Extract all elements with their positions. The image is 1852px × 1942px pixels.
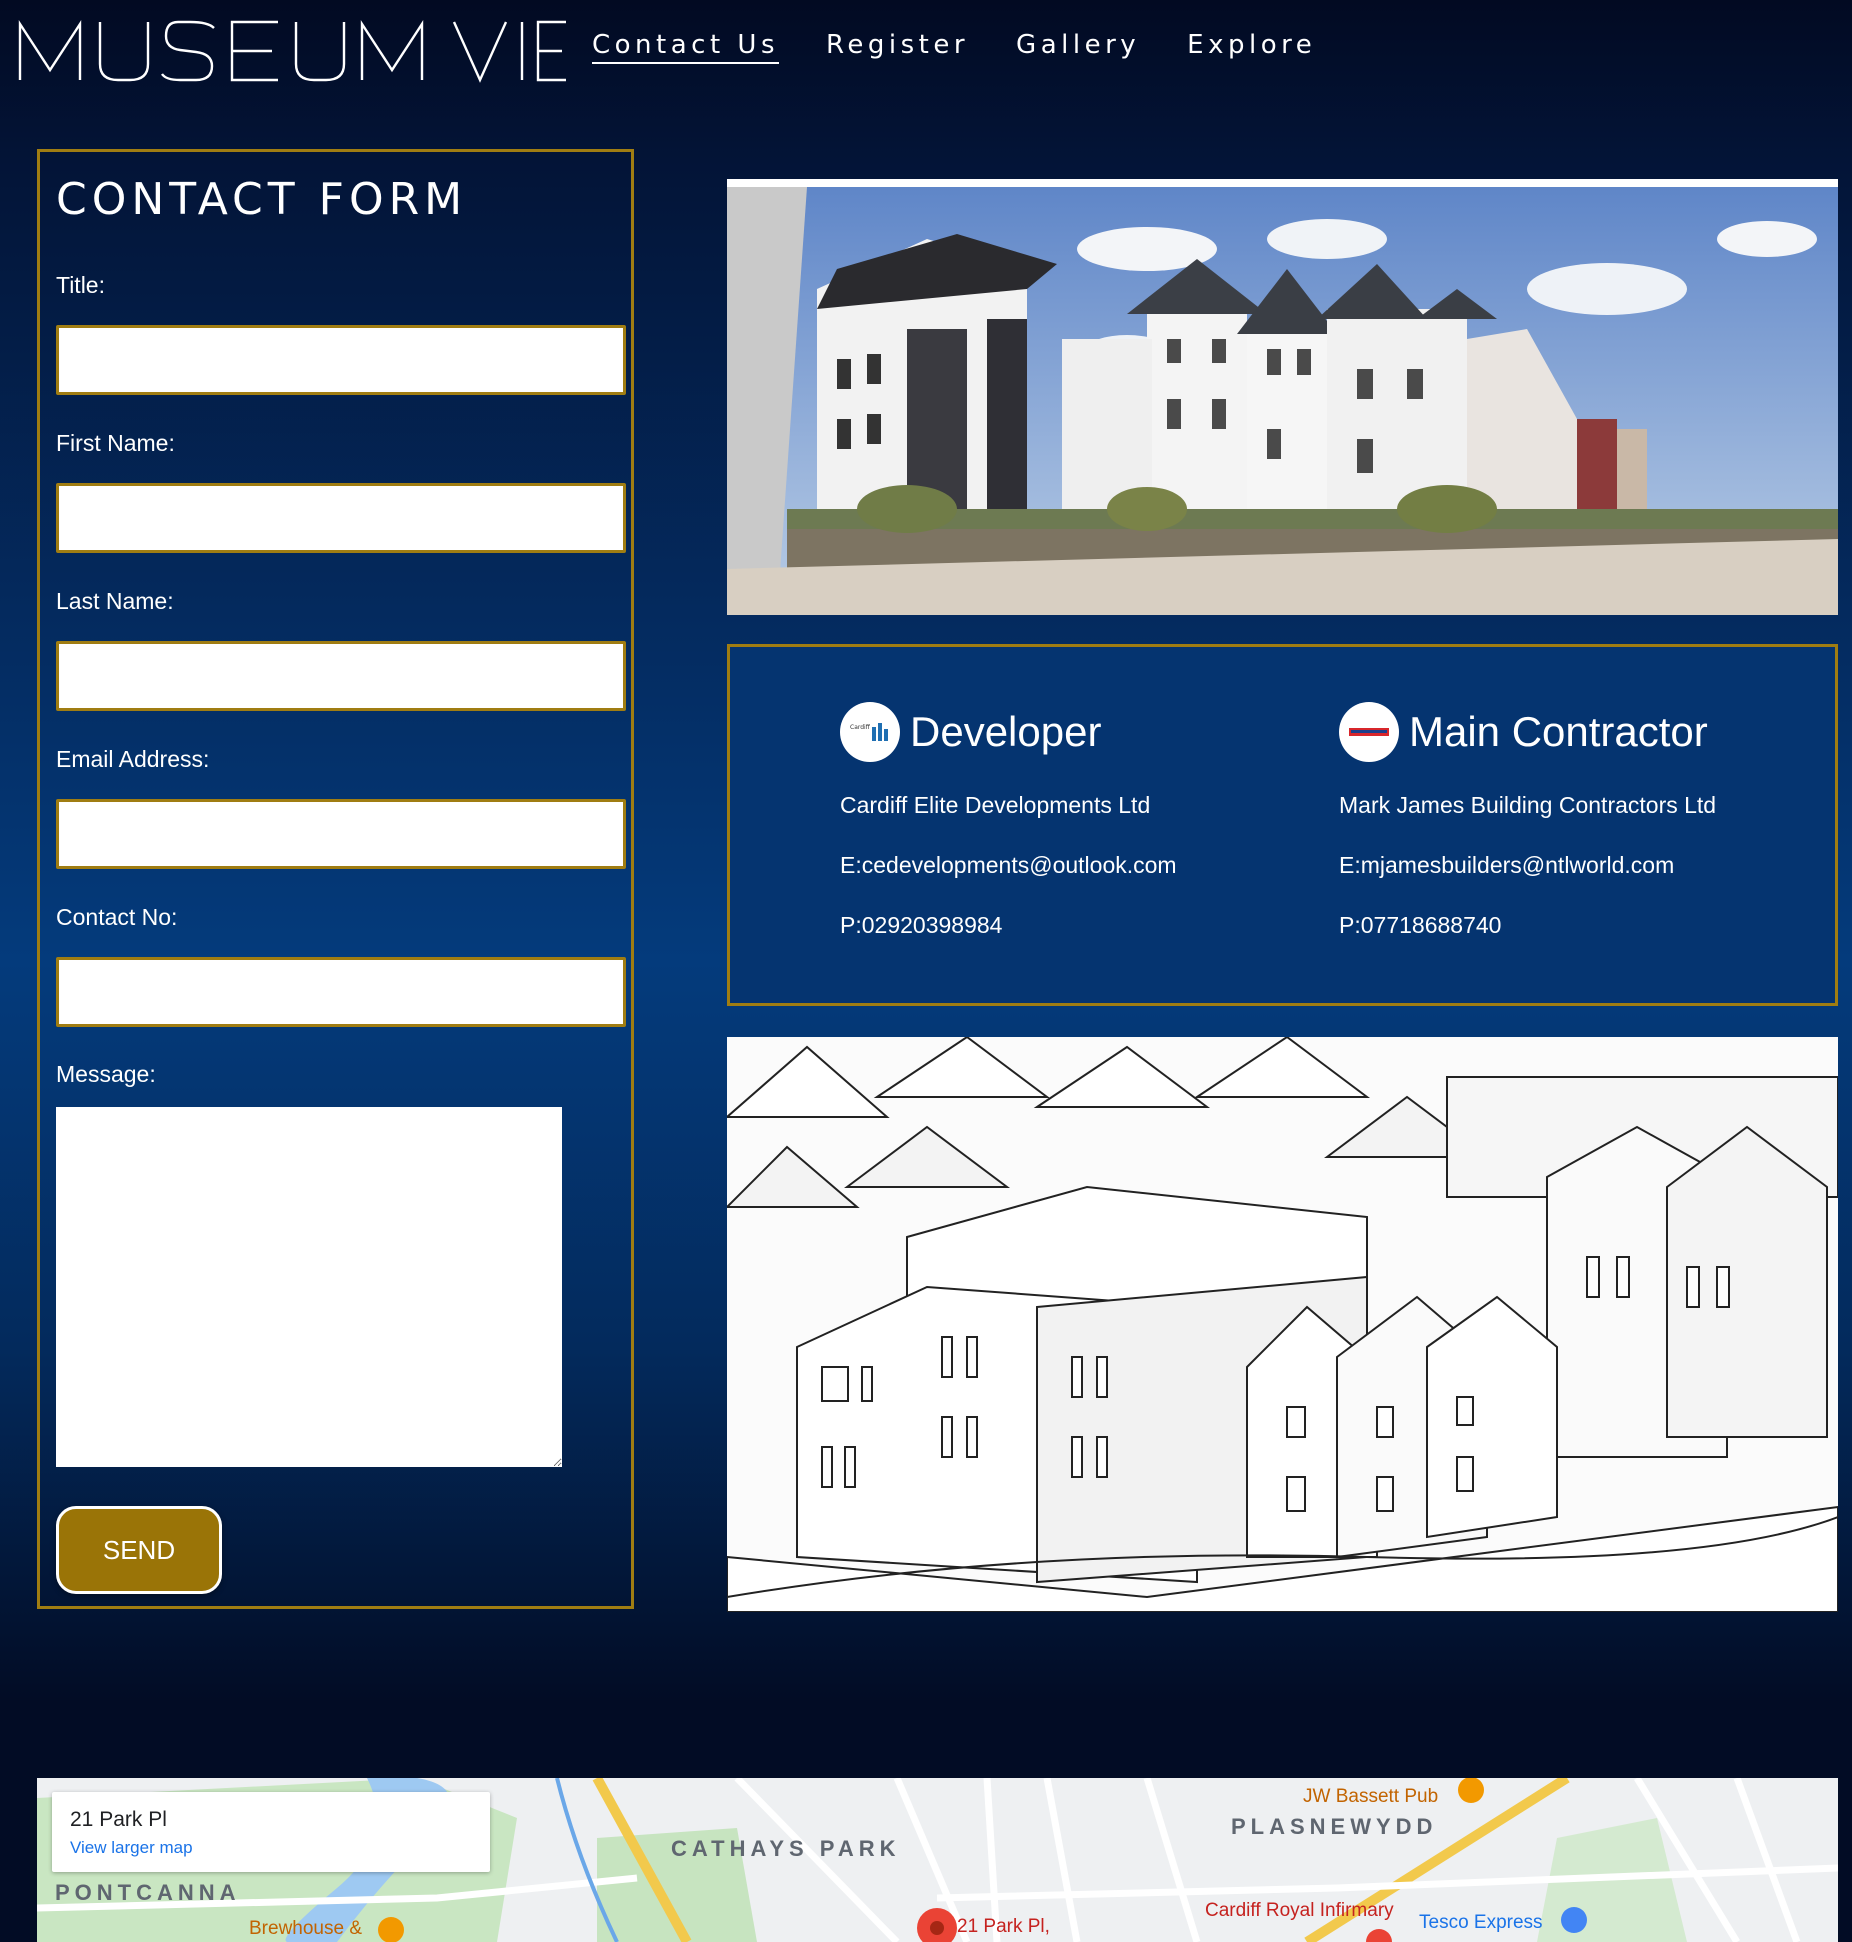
contractor-logo-icon (1339, 702, 1399, 762)
first-name-input[interactable] (56, 483, 626, 553)
map-area-plasnewydd: PLASNEWYDD (1231, 1814, 1438, 1839)
contact-form: CONTACT FORM Title: First Name: Last Nam… (37, 149, 634, 1609)
nav-contact-us[interactable]: Contact Us (592, 30, 779, 64)
view-larger-map-link[interactable]: View larger map (70, 1838, 193, 1858)
developer-phone[interactable]: P:02920398984 (840, 912, 1002, 939)
nav-explore[interactable]: Explore (1187, 30, 1316, 64)
map-poi-brewhouse: Brewhouse & (249, 1918, 363, 1939)
send-button[interactable]: SEND (56, 1506, 222, 1594)
contractor-email[interactable]: E:mjamesbuilders@ntlworld.com (1339, 852, 1674, 879)
last-name-input[interactable] (56, 641, 626, 711)
map-address: 21 Park Pl (70, 1808, 167, 1831)
map-poi-royal-infirmary: Cardiff Royal Infirmary (1205, 1900, 1394, 1921)
contractor-phone[interactable]: P:07718688740 (1339, 912, 1501, 939)
map-poi-tesco: Tesco Express (1419, 1912, 1543, 1933)
contractor-contact: Main Contractor Mark James Building Cont… (1339, 702, 1819, 938)
form-title: CONTACT FORM (56, 174, 468, 225)
contacts-panel: Cardiff Developer Cardiff Elite Developm… (727, 644, 1838, 1006)
developer-company: Cardiff Elite Developments Ltd (840, 792, 1151, 818)
map-pin-label: 21 Park Pl, (957, 1916, 1050, 1937)
title-input[interactable] (56, 325, 626, 395)
location-map[interactable]: CATHAYS PARK PONTCANNA PLASNEWYDD JW Bas… (37, 1778, 1838, 1942)
developer-title: Developer (910, 708, 1102, 755)
contractor-company: Mark James Building Contractors Ltd (1339, 792, 1717, 818)
main-nav: Contact Us Register Gallery Explore (592, 30, 1316, 64)
map-info-card: 21 Park Pl View larger map (52, 1792, 490, 1872)
developer-email[interactable]: E:cedevelopments@outlook.com (840, 852, 1177, 879)
first-name-label: First Name: (56, 430, 175, 456)
contact-number-label: Contact No: (56, 904, 178, 930)
developer-logo-icon: Cardiff (840, 702, 900, 762)
building-render-image (727, 179, 1838, 615)
message-textarea[interactable] (56, 1107, 562, 1467)
message-label: Message: (56, 1061, 156, 1087)
svg-text:Cardiff: Cardiff (850, 724, 871, 731)
site-logo[interactable] (18, 14, 568, 86)
map-poi-jw-bassett: JW Bassett Pub (1303, 1786, 1439, 1807)
nav-register[interactable]: Register (826, 30, 969, 64)
nav-gallery[interactable]: Gallery (1016, 30, 1140, 64)
developer-contact: Cardiff Developer Cardiff Elite Developm… (840, 702, 1280, 938)
title-label: Title: (56, 272, 105, 298)
email-label: Email Address: (56, 746, 210, 772)
contact-number-input[interactable] (56, 957, 626, 1027)
map-area-cathays-park: CATHAYS PARK (671, 1836, 901, 1861)
map-area-pontcanna: PONTCANNA (55, 1880, 241, 1905)
email-input[interactable] (56, 799, 626, 869)
last-name-label: Last Name: (56, 588, 174, 614)
contractor-title: Main Contractor (1409, 708, 1708, 755)
museum-view-logo (18, 19, 566, 83)
building-sketch-image (727, 1037, 1838, 1612)
